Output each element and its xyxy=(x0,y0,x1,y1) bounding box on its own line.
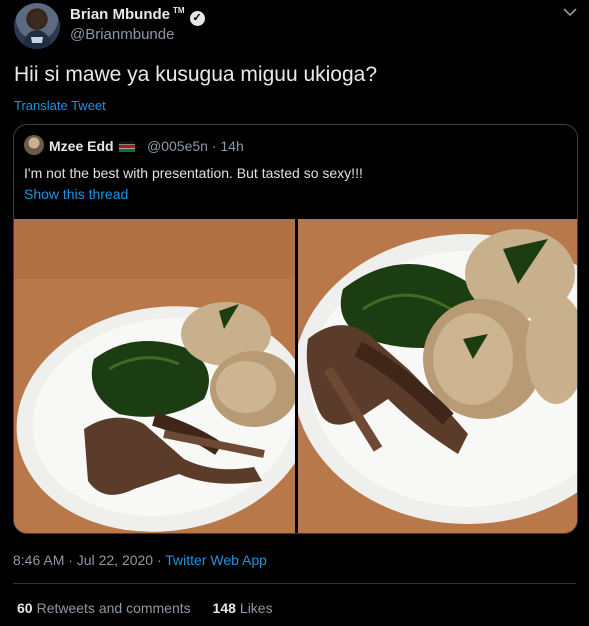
tweet-text: Hii si mawe ya kusugua miguu ukioga? xyxy=(14,63,378,86)
verified-badge-icon: ✓ xyxy=(189,11,205,26)
quoted-photo-left[interactable] xyxy=(14,219,295,533)
chevron-down-icon[interactable] xyxy=(563,4,577,22)
food-photo-right xyxy=(298,219,577,533)
quoted-tweet-text: I'm not the best with presentation. But … xyxy=(24,165,363,181)
trademark-label: TM xyxy=(173,6,185,15)
kenya-flag-icon xyxy=(118,141,135,152)
tweet-timestamp[interactable]: 8:46 AM · Jul 22, 2020 · Twitter Web App xyxy=(13,552,267,568)
divider xyxy=(13,583,576,584)
tweet-stats: 60 Retweets and comments 148 Likes xyxy=(17,600,273,616)
quoted-author-avatar[interactable] xyxy=(24,135,44,155)
quoted-tweet[interactable]: Mzee Edd @005e5n · 14h I'm not the best … xyxy=(13,124,578,534)
author-avatar[interactable] xyxy=(14,3,60,49)
translate-tweet-link[interactable]: Translate Tweet xyxy=(14,98,106,113)
likes-stat[interactable]: 148 Likes xyxy=(213,600,273,616)
quoted-photo-right[interactable] xyxy=(298,219,577,533)
author-name[interactable]: Brian Mbunde TM✓ xyxy=(70,6,205,26)
retweets-and-comments-stat[interactable]: 60 Retweets and comments xyxy=(17,600,191,616)
show-thread-link[interactable]: Show this thread xyxy=(24,186,128,202)
author-handle[interactable]: @Brianmbunde xyxy=(70,26,174,43)
quoted-author-handle[interactable]: @005e5n · 14h xyxy=(147,138,244,154)
food-photo-left xyxy=(14,219,295,533)
quoted-author-name[interactable]: Mzee Edd xyxy=(49,138,135,154)
source-app-link[interactable]: Twitter Web App xyxy=(165,552,267,568)
